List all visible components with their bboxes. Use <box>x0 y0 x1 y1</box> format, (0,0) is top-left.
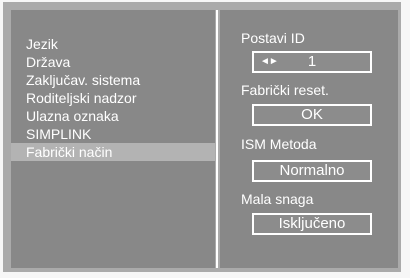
set-id-stepper[interactable]: ◄► 1 <box>252 51 372 73</box>
menu-item-input-label[interactable]: Ulazna oznaka <box>11 107 215 125</box>
low-power-select[interactable]: Isključeno <box>252 213 372 235</box>
menu-frame: Jezik Država Zaključav. sistema Roditelj… <box>3 2 401 272</box>
menu-item-language[interactable]: Jezik <box>11 35 215 53</box>
menu-panel: Jezik Država Zaključav. sistema Roditelj… <box>11 10 215 268</box>
set-id-label: Postavi ID <box>241 30 305 46</box>
low-power-label: Mala snaga <box>241 191 314 207</box>
ism-method-label: ISM Metoda <box>241 136 317 152</box>
menu-item-country[interactable]: Država <box>11 53 215 71</box>
tv-menu-screen: Jezik Država Zaključav. sistema Roditelj… <box>0 0 410 278</box>
ism-method-value: Normalno <box>279 162 345 179</box>
menu-item-parental-control[interactable]: Roditeljski nadzor <box>11 89 215 107</box>
left-right-arrows-icon[interactable]: ◄► <box>260 53 279 71</box>
set-id-value: 1 <box>307 53 317 70</box>
menu-item-system-lock[interactable]: Zaključav. sistema <box>11 71 215 89</box>
factory-reset-value: OK <box>301 106 323 123</box>
panel-divider <box>216 10 218 268</box>
factory-reset-label: Fabrički reset. <box>241 82 329 98</box>
menu-list: Jezik Država Zaključav. sistema Roditelj… <box>11 35 215 161</box>
settings-panel: Postavi ID ◄► 1 Fabrički reset. OK ISM M… <box>220 10 398 268</box>
factory-reset-button[interactable]: OK <box>252 104 372 126</box>
low-power-value: Isključeno <box>278 215 346 232</box>
menu-item-factory-mode[interactable]: Fabrički način <box>11 143 215 161</box>
ism-method-select[interactable]: Normalno <box>252 160 372 182</box>
menu-item-simplink[interactable]: SIMPLINK <box>11 125 215 143</box>
